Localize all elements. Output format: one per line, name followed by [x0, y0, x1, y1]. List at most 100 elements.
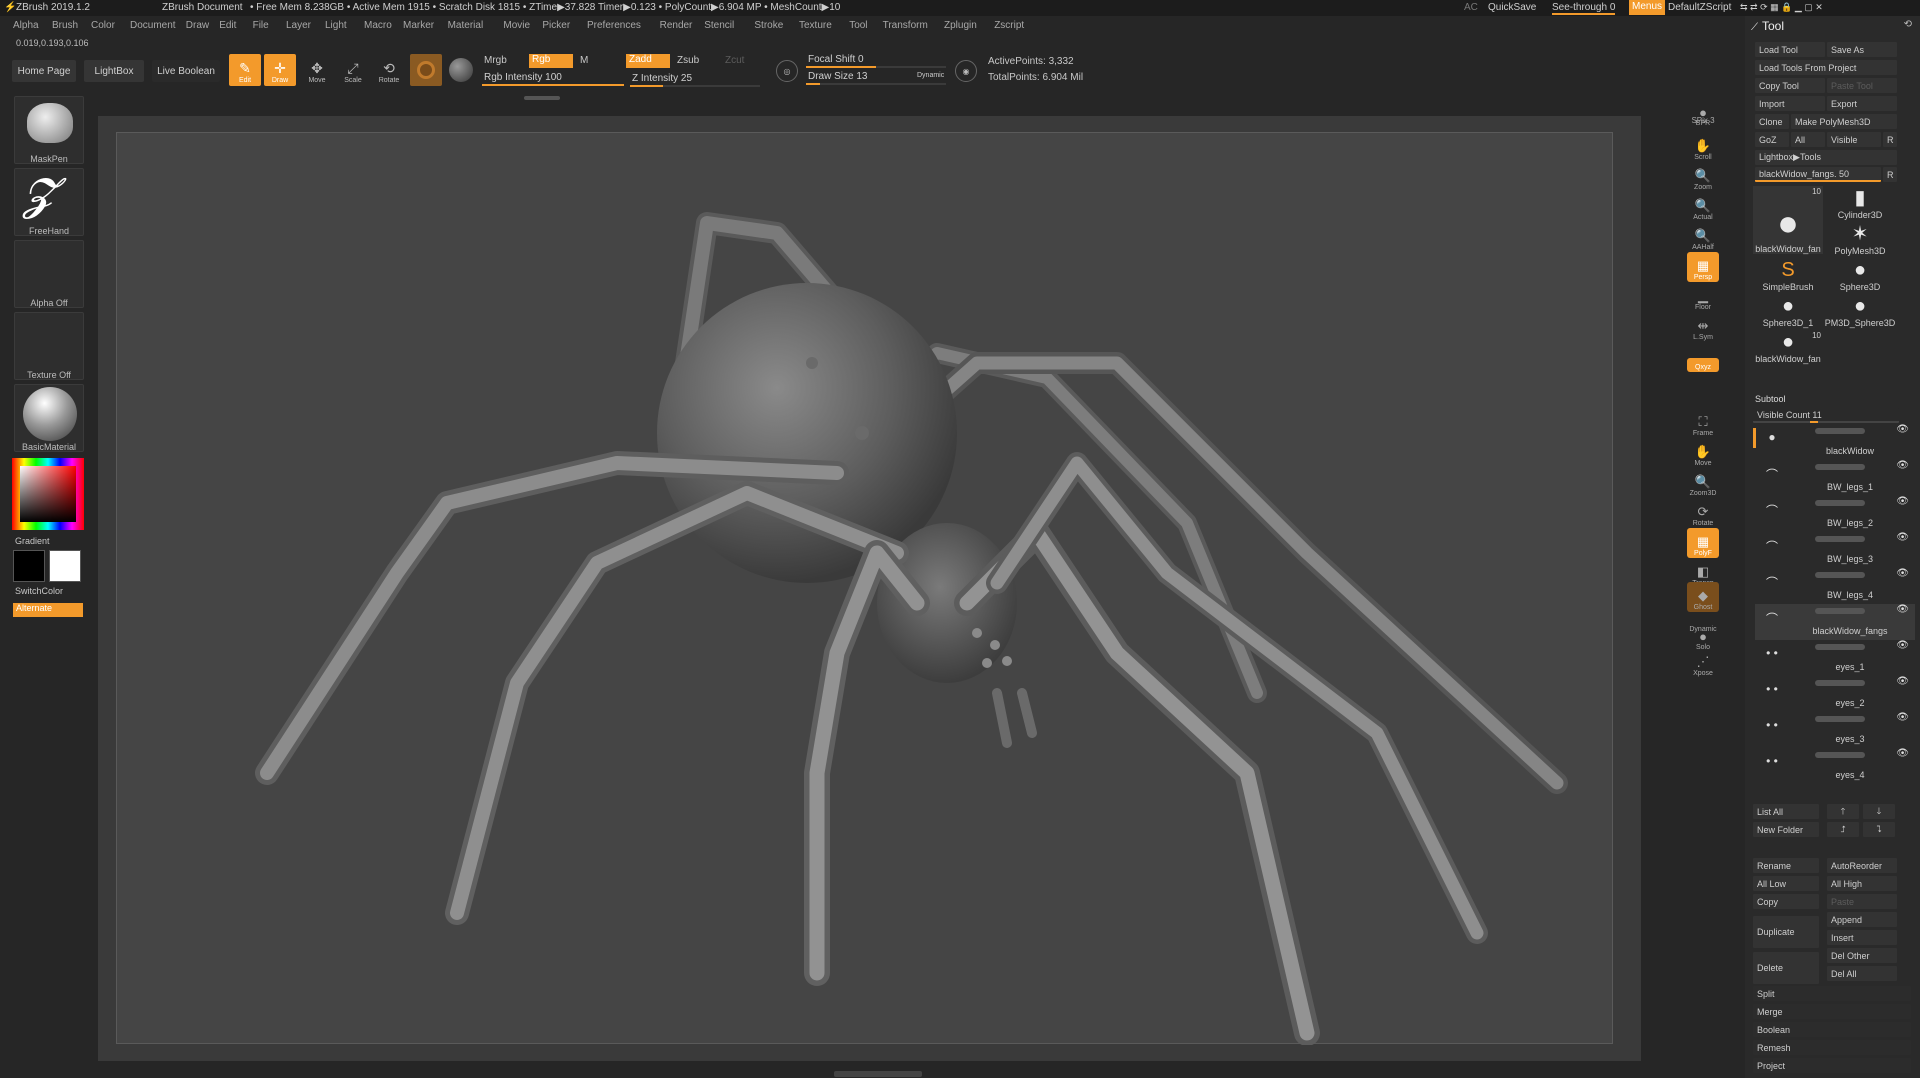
menu-zscript[interactable]: Zscript [994, 20, 1024, 31]
menu-render[interactable]: Render [660, 20, 693, 31]
menus-toggle[interactable]: Menus [1629, 0, 1666, 15]
persp-button[interactable]: ▦ Persp [1687, 252, 1719, 282]
mrgb-button[interactable]: Mrgb [484, 55, 507, 66]
move-button[interactable]: ✋ Move [1687, 438, 1719, 468]
aahalf-button[interactable]: 🔍 AAHalf [1687, 222, 1719, 252]
subtool-toggles[interactable] [1815, 608, 1865, 614]
save-as-button[interactable]: Save As [1827, 42, 1897, 57]
menu-color[interactable]: Color [91, 20, 115, 31]
menu-marker[interactable]: Marker [403, 20, 434, 31]
xpose-button[interactable]: ⋰ Xpose [1687, 648, 1719, 678]
gradient-label[interactable]: Gradient [15, 536, 50, 546]
subtool-row[interactable]: ⌒ 👁 blackWidow_fangs [1755, 604, 1915, 640]
menu-macro[interactable]: Macro [364, 20, 392, 31]
subtool-toggles[interactable] [1815, 428, 1865, 434]
tool-thumb-7[interactable]: ● blackWidow_fan 10 [1753, 330, 1823, 364]
list-all-button[interactable]: List All [1753, 804, 1819, 819]
draw-size-icon[interactable]: ◉ [955, 60, 977, 82]
tool-thumb-1[interactable]: ▮ Cylinder3D [1825, 186, 1895, 220]
project-section[interactable]: Project [1753, 1058, 1911, 1073]
menu-zplugin[interactable]: Zplugin [944, 20, 977, 31]
visibility-eye-icon[interactable]: 👁 [1896, 604, 1909, 615]
main-color-swatch[interactable] [13, 550, 45, 582]
visibility-eye-icon[interactable]: 👁 [1896, 676, 1909, 687]
tool-thumb-3[interactable]: S SimpleBrush [1753, 258, 1823, 292]
floor-button[interactable]: ▁ Floor [1687, 282, 1719, 312]
stroke-picker[interactable]: 𝓩 FreeHand [14, 168, 84, 236]
current-tool-slider[interactable]: blackWidow_fangs. 50 [1755, 167, 1881, 182]
goz-visible-button[interactable]: Visible [1827, 132, 1881, 147]
dynamic-button[interactable]: Dynamic [917, 72, 944, 79]
menu-texture[interactable]: Texture [799, 20, 832, 31]
m-button[interactable]: M [580, 55, 588, 66]
current-tool-r-button[interactable]: R [1883, 167, 1897, 182]
subtool-row[interactable]: ⌒ 👁 BW_legs_1 [1755, 460, 1915, 496]
menu-transform[interactable]: Transform [883, 20, 928, 31]
goz-button[interactable]: GoZ [1755, 132, 1789, 147]
visible-count-slider[interactable]: Visible Count 11 [1753, 408, 1899, 423]
menu-picker[interactable]: Picker [542, 20, 570, 31]
visibility-eye-icon[interactable]: 👁 [1896, 460, 1909, 471]
viewport-canvas[interactable] [116, 132, 1613, 1046]
tool-thumb-0[interactable]: ● blackWidow_fan 10 [1753, 186, 1823, 254]
subtool-row[interactable]: • • 👁 eyes_4 [1755, 748, 1915, 784]
subtool-toggles[interactable] [1815, 716, 1865, 722]
menu-movie[interactable]: Movie [503, 20, 530, 31]
rotate-mode-button[interactable]: ⟲ Rotate [373, 54, 405, 86]
del-all-button[interactable]: Del All [1827, 966, 1897, 981]
copy-subtool-button[interactable]: Copy [1753, 894, 1819, 909]
all-low-button[interactable]: All Low [1753, 876, 1819, 891]
qxyz-button[interactable]: Qxyz [1687, 358, 1719, 372]
subtool-header[interactable]: Subtool [1755, 394, 1897, 404]
export-button[interactable]: Export [1827, 96, 1897, 111]
tool-panel-title[interactable]: ⟋ Tool [1751, 19, 1784, 33]
lightbox-button[interactable]: LightBox [84, 60, 144, 82]
subtool-row[interactable]: ⌒ 👁 BW_legs_4 [1755, 568, 1915, 604]
goz-all-button[interactable]: All [1791, 132, 1825, 147]
menu-brush[interactable]: Brush [52, 20, 78, 31]
subtool-toggles[interactable] [1815, 536, 1865, 542]
zcut-button[interactable]: Zcut [725, 55, 744, 66]
scale-mode-button[interactable]: ⤢ Scale [337, 54, 369, 86]
subtool-row[interactable]: • • 👁 eyes_1 [1755, 640, 1915, 676]
tool-thumb-6[interactable]: ● PM3D_Sphere3D [1825, 294, 1896, 328]
see-through-slider[interactable]: See-through 0 [1552, 2, 1616, 15]
split-section[interactable]: Split [1753, 986, 1911, 1001]
secondary-color-swatch[interactable] [49, 550, 81, 582]
edit-mode-button[interactable]: ✎ Edit [229, 54, 261, 86]
visibility-eye-icon[interactable]: 👁 [1896, 640, 1909, 651]
goz-r-button[interactable]: R [1883, 132, 1897, 147]
folder-up-icon[interactable]: ⮥ [1827, 822, 1859, 837]
auto-reorder-button[interactable]: AutoReorder [1827, 858, 1897, 873]
paste-tool-button[interactable]: Paste Tool [1827, 78, 1897, 93]
merge-section[interactable]: Merge [1753, 1004, 1911, 1019]
actual-button[interactable]: 🔍 Actual [1687, 192, 1719, 222]
clone-button[interactable]: Clone [1755, 114, 1789, 129]
zoom-button[interactable]: 🔍 Zoom [1687, 162, 1719, 192]
subtool-row[interactable]: • • 👁 eyes_2 [1755, 676, 1915, 712]
l-sym-button[interactable]: ⇹ L.Sym [1687, 312, 1719, 342]
copy-tool-button[interactable]: Copy Tool [1755, 78, 1825, 93]
menu-file[interactable]: File [253, 20, 269, 31]
bottom-shelf-handle[interactable] [834, 1071, 922, 1077]
color-picker[interactable] [12, 458, 84, 530]
menu-material[interactable]: Material [448, 20, 484, 31]
boolean-section[interactable]: Boolean [1753, 1022, 1911, 1037]
menu-light[interactable]: Light [325, 20, 347, 31]
visibility-eye-icon[interactable]: 👁 [1896, 748, 1909, 759]
menu-stroke[interactable]: Stroke [754, 20, 783, 31]
draw-mode-button[interactable]: ✛ Draw [264, 54, 296, 86]
alternate-button[interactable]: Alternate [13, 603, 83, 617]
focal-shift-icon[interactable]: ◎ [776, 60, 798, 82]
material-sphere-icon[interactable] [449, 58, 473, 82]
spix-3-button[interactable]: SPix 3 [1687, 112, 1719, 126]
shelf-drag-handle[interactable] [524, 96, 560, 100]
home-page-button[interactable]: Home Page [12, 60, 76, 82]
visibility-eye-icon[interactable]: 👁 [1896, 568, 1909, 579]
move-up-icon[interactable]: 🡑 [1827, 804, 1859, 819]
panel-close-icon[interactable]: ⟲ [1904, 19, 1912, 30]
menu-edit[interactable]: Edit [219, 20, 236, 31]
menu-draw[interactable]: Draw [186, 20, 209, 31]
menu-alpha[interactable]: Alpha [13, 20, 39, 31]
subtool-row[interactable]: ● 👁 blackWidow [1753, 424, 1915, 460]
